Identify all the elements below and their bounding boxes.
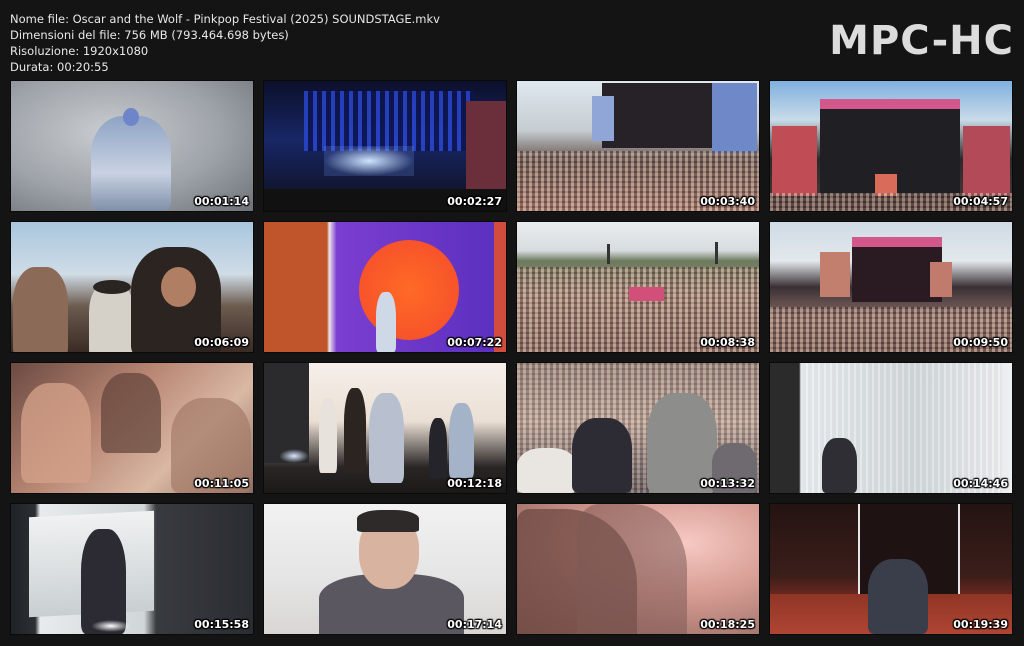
thumbnail-image (11, 81, 253, 211)
thumbnail-image (264, 363, 506, 493)
timestamp: 00:08:38 (700, 336, 755, 349)
timestamp: 00:17:14 (447, 618, 502, 631)
timestamp: 00:04:57 (953, 195, 1008, 208)
thumbnail-11[interactable]: 00:13:32 (517, 363, 759, 493)
thumbnail-image (11, 363, 253, 493)
thumbnail-image (517, 222, 759, 352)
thumbnail-4[interactable]: 00:04:57 (770, 81, 1012, 211)
timestamp: 00:12:18 (447, 477, 502, 490)
file-size: Dimensioni del file: 756 MB (793.464.698… (10, 28, 289, 42)
thumbnail-image (264, 504, 506, 634)
thumbnail-5[interactable]: 00:06:09 (11, 222, 253, 352)
timestamp: 00:18:25 (700, 618, 755, 631)
thumbnail-image (264, 222, 506, 352)
timestamp: 00:01:14 (194, 195, 249, 208)
timestamp: 00:03:40 (700, 195, 755, 208)
thumbnail-image (11, 222, 253, 352)
thumbnail-10[interactable]: 00:12:18 (264, 363, 506, 493)
thumbnail-6[interactable]: 00:07:22 (264, 222, 506, 352)
thumbnail-1[interactable]: 00:01:14 (11, 81, 253, 211)
timestamp: 00:11:05 (194, 477, 249, 490)
thumbnail-image (770, 363, 1012, 493)
thumbnail-3[interactable]: 00:03:40 (517, 81, 759, 211)
timestamp: 00:06:09 (194, 336, 249, 349)
thumbnail-16[interactable]: 00:19:39 (770, 504, 1012, 634)
thumbnail-image (264, 81, 506, 211)
timestamp: 00:07:22 (447, 336, 502, 349)
mpc-hc-logo: MPC-HC (829, 18, 1014, 64)
thumbnail-image (770, 504, 1012, 634)
thumbnail-image (517, 81, 759, 211)
thumbnail-image (517, 363, 759, 493)
thumbnail-12[interactable]: 00:14:46 (770, 363, 1012, 493)
timestamp: 00:19:39 (953, 618, 1008, 631)
thumbnail-8[interactable]: 00:09:50 (770, 222, 1012, 352)
thumbnail-image (770, 222, 1012, 352)
thumbnail-13[interactable]: 00:15:58 (11, 504, 253, 634)
timestamp: 00:15:58 (194, 618, 249, 631)
thumbnail-image (770, 81, 1012, 211)
thumbnail-image (517, 504, 759, 634)
resolution: Risoluzione: 1920x1080 (10, 44, 149, 58)
thumbnail-7[interactable]: 00:08:38 (517, 222, 759, 352)
thumbnail-15[interactable]: 00:18:25 (517, 504, 759, 634)
duration: Durata: 00:20:55 (10, 60, 109, 74)
file-info: Nome file: Oscar and the Wolf - Pinkpop … (10, 11, 440, 75)
thumbnail-9[interactable]: 00:11:05 (11, 363, 253, 493)
timestamp: 00:13:32 (700, 477, 755, 490)
timestamp: 00:09:50 (953, 336, 1008, 349)
thumbnail-2[interactable]: 00:02:27 (264, 81, 506, 211)
file-name: Nome file: Oscar and the Wolf - Pinkpop … (10, 12, 440, 26)
timestamp: 00:14:46 (953, 477, 1008, 490)
thumbnail-image (11, 504, 253, 634)
thumbnail-14[interactable]: 00:17:14 (264, 504, 506, 634)
timestamp: 00:02:27 (447, 195, 502, 208)
